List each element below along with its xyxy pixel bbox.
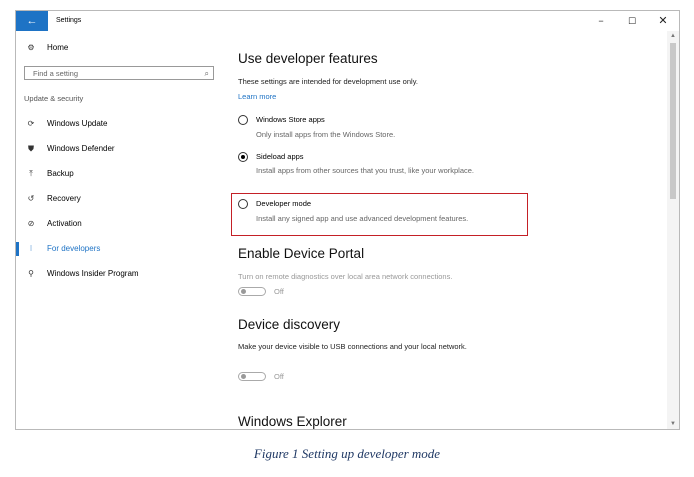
sidebar-item-label: Activation (47, 219, 82, 228)
sidebar-item-windows-defender[interactable]: ⛊ Windows Defender (24, 144, 115, 154)
back-arrow-icon: ← (26, 15, 38, 27)
nav-home[interactable]: ⚙ Home (24, 43, 68, 52)
sidebar-item-backup[interactable]: ⤒ Backup (24, 169, 74, 179)
radio-developer-mode[interactable] (238, 199, 248, 209)
refresh-icon: ⟳ (27, 119, 35, 128)
upload-icon: ⤒ (29, 169, 33, 178)
sidebar-item-label: Recovery (47, 194, 81, 203)
developer-tools-icon: ⁝ (29, 244, 33, 253)
title-bar: ← Settings − ☐ ✕ (16, 11, 679, 31)
history-icon: ↺ (27, 194, 35, 203)
search-input[interactable]: Find a setting ⌕ (24, 66, 214, 80)
sidebar-item-windows-update[interactable]: ⟳ Windows Update (24, 119, 108, 128)
active-indicator (16, 242, 19, 256)
sidebar-item-activation[interactable]: ⊘ Activation (24, 219, 82, 228)
device-discovery-toggle[interactable] (238, 372, 266, 381)
radio-sideload-apps[interactable] (238, 152, 248, 162)
radio-desc: Only install apps from the Windows Store… (256, 130, 396, 139)
shield-icon: ⛊ (28, 144, 34, 153)
minimize-icon: − (598, 16, 604, 26)
minimize-button[interactable]: − (586, 11, 616, 31)
sidebar-item-label: Windows Insider Program (47, 269, 139, 278)
sidebar-item-for-developers[interactable]: ⁝ For developers (24, 244, 101, 253)
settings-window: ← Settings − ☐ ✕ ⚙ Home Find a setting ⌕ … (15, 10, 680, 430)
radio-label: Windows Store apps (256, 115, 325, 124)
radio-desc: Install apps from other sources that you… (256, 166, 475, 175)
dev-features-title: Use developer features (238, 51, 378, 66)
windows-explorer-title: Windows Explorer (238, 414, 347, 429)
device-portal-title: Enable Device Portal (238, 246, 365, 261)
sidebar-item-windows-insider[interactable]: ⚲ Windows Insider Program (24, 269, 139, 278)
maximize-icon: ☐ (627, 16, 637, 26)
sidebar-item-label: Windows Defender (47, 144, 115, 153)
close-button[interactable]: ✕ (648, 11, 678, 31)
maximize-button[interactable]: ☐ (617, 11, 647, 31)
search-placeholder: Find a setting (33, 69, 79, 78)
section-label: Update & security (24, 94, 84, 103)
person-icon: ⚲ (28, 269, 34, 278)
gear-icon: ⚙ (27, 43, 35, 52)
toggle-label: Off (274, 372, 284, 381)
dev-features-desc: These settings are intended for developm… (238, 77, 418, 86)
learn-more-link[interactable]: Learn more (238, 92, 276, 101)
scrollbar-thumb[interactable] (670, 43, 676, 199)
close-icon: ✕ (658, 15, 668, 27)
device-discovery-title: Device discovery (238, 317, 341, 332)
nav-home-label: Home (47, 43, 69, 52)
figure-caption: Figure 1 Setting up developer mode (253, 446, 441, 461)
radio-windows-store-apps[interactable] (238, 115, 248, 125)
sidebar-item-label: Windows Update (47, 119, 108, 128)
radio-label: Developer mode (256, 199, 312, 208)
back-button[interactable]: ← (16, 11, 48, 31)
scroll-up-icon[interactable]: ▲ (667, 31, 679, 41)
search-icon: ⌕ (204, 69, 209, 78)
scroll-down-icon[interactable]: ▼ (667, 419, 679, 429)
sidebar-item-label: For developers (47, 244, 101, 253)
sidebar-item-recovery[interactable]: ↺ Recovery (24, 194, 81, 203)
radio-desc: Install any signed app and use advanced … (256, 214, 469, 223)
sidebar: ⚙ Home Find a setting ⌕ Update & security… (16, 31, 226, 429)
scrollbar[interactable]: ▲ ▼ (667, 31, 679, 429)
window-title: Settings (56, 17, 82, 24)
device-discovery-desc: Make your device visible to USB connecti… (238, 342, 467, 351)
sidebar-item-label: Backup (47, 169, 74, 178)
device-portal-toggle[interactable] (238, 287, 266, 296)
main-content: Use developer features These settings ar… (231, 31, 668, 429)
check-circle-icon: ⊘ (27, 219, 35, 228)
radio-label: Sideload apps (256, 152, 304, 161)
toggle-label: Off (274, 287, 284, 296)
device-portal-desc: Turn on remote diagnostics over local ar… (238, 272, 453, 281)
